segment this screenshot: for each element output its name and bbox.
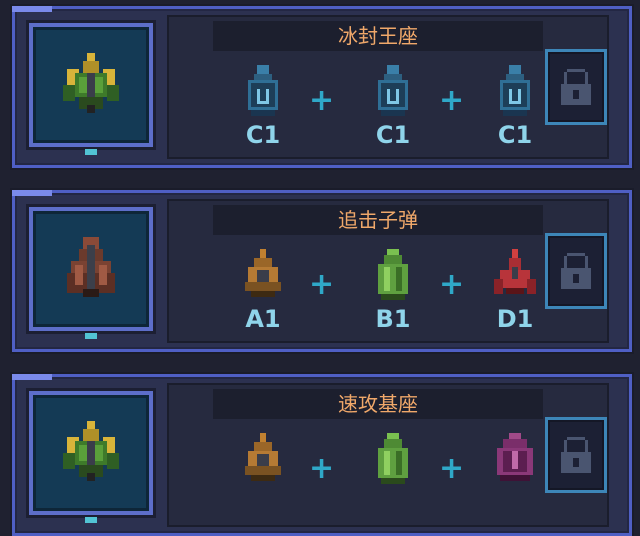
orange-drill-ship-icon <box>223 433 303 487</box>
blue-bomb-ship-icon <box>223 65 303 119</box>
unlock-button[interactable] <box>545 233 607 309</box>
ingredient-slot[interactable]: B1 <box>353 249 433 339</box>
orange-drill-ship-icon <box>223 249 303 303</box>
recipe-card-2: 追击子弹 A1 + B1 + D1 <box>12 190 632 352</box>
ingredient-code: C1 <box>375 121 411 149</box>
plus-icon: + <box>309 267 335 302</box>
plus-icon: + <box>309 451 335 486</box>
purple-hull-ship-icon <box>475 433 555 487</box>
ingredient-slot[interactable] <box>353 433 433 523</box>
ingredient-slot[interactable]: C1 <box>223 65 303 155</box>
recipe-panel: 追击子弹 A1 + B1 + D1 <box>167 199 609 343</box>
red-arrow-ship-icon <box>475 249 555 303</box>
ingredient-slot[interactable] <box>223 433 303 523</box>
ingredient-slot[interactable]: C1 <box>475 65 555 155</box>
ingredient-code: D1 <box>496 305 534 333</box>
blue-bomb-ship-icon <box>353 65 433 119</box>
plus-icon: + <box>439 83 465 118</box>
ingredient-code: A1 <box>245 305 281 333</box>
blue-bomb-ship-icon <box>475 65 555 119</box>
result-portrait[interactable] <box>29 207 153 339</box>
recipe-panel: 冰封王座 C1 + C1 + C1 <box>167 15 609 159</box>
recipe-title: 追击子弹 <box>213 205 543 235</box>
ingredient-slot[interactable]: D1 <box>475 249 555 339</box>
plus-icon: + <box>309 83 335 118</box>
ingredient-code: B1 <box>375 305 411 333</box>
unlock-button[interactable] <box>545 417 607 493</box>
ingredient-slot[interactable]: C1 <box>353 65 433 155</box>
recipe-card-3: 速攻基座 + + <box>12 374 632 536</box>
ingredient-slot[interactable]: A1 <box>223 249 303 339</box>
result-portrait[interactable] <box>29 23 153 155</box>
ingredient-code: C1 <box>497 121 533 149</box>
green-capsule-ship-icon <box>353 249 433 303</box>
ingredient-code: C1 <box>245 121 281 149</box>
recipe-card-1: 冰封王座 C1 + C1 + C1 <box>12 6 632 168</box>
result-portrait[interactable] <box>29 391 153 523</box>
recipe-title: 冰封王座 <box>213 21 543 51</box>
recipe-title: 速攻基座 <box>213 389 543 419</box>
green-capsule-ship-icon <box>353 433 433 487</box>
unlock-button[interactable] <box>545 49 607 125</box>
recipe-panel: 速攻基座 + + <box>167 383 609 527</box>
plus-icon: + <box>439 267 465 302</box>
plus-icon: + <box>439 451 465 486</box>
ingredient-slot[interactable] <box>475 433 555 523</box>
